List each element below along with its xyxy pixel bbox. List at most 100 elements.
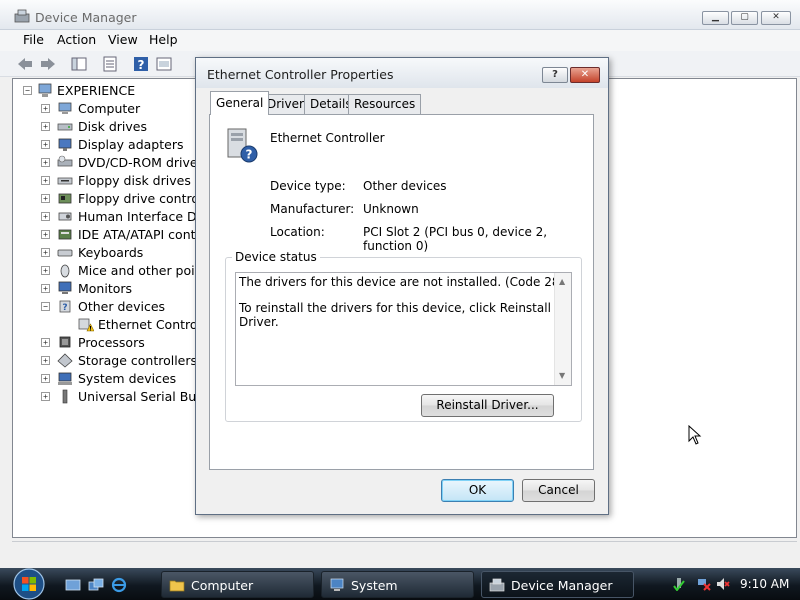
general-tab-panel: ? Ethernet Controller Device type: Other… [209, 114, 594, 470]
tree-item-label: Disk drives [78, 119, 147, 134]
tree-item-label: Computer [78, 101, 141, 116]
status-bar [12, 541, 797, 563]
tree-item-floppy-disk-drives[interactable]: + Floppy disk drives [41, 172, 201, 190]
close-button[interactable]: ✕ [761, 11, 791, 25]
expand-toggle[interactable]: + [41, 158, 50, 167]
tree-item-label: System devices [78, 371, 177, 386]
expand-toggle[interactable]: + [41, 140, 50, 149]
show-desktop-icon[interactable] [65, 577, 81, 593]
expand-toggle[interactable]: + [41, 374, 50, 383]
forward-arrow-icon[interactable] [39, 55, 57, 73]
device-status-textbox[interactable]: The drivers for this device are not inst… [235, 272, 572, 386]
switch-windows-icon[interactable] [88, 577, 104, 593]
menu-action[interactable]: Action [57, 32, 96, 47]
menu-file[interactable]: File [23, 32, 44, 47]
storage-controller-icon [57, 353, 73, 368]
back-arrow-icon[interactable] [16, 55, 34, 73]
tree-item-disk-drives[interactable]: + Disk drives [41, 118, 201, 136]
scan-hardware-icon[interactable] [155, 55, 173, 73]
expand-toggle[interactable]: + [41, 248, 50, 257]
computer-icon [58, 102, 72, 114]
help-icon[interactable]: ? [132, 55, 150, 73]
tree-item-system-devices[interactable]: + System devices [41, 370, 201, 388]
tree-item-other-devices[interactable]: − ? Other devices [41, 298, 201, 316]
tree-item-dvd-cd-rom-drives[interactable]: + DVD/CD-ROM drives [41, 154, 205, 172]
scroll-down-icon[interactable]: ▼ [559, 371, 565, 380]
show-hide-console-tree-icon[interactable] [70, 55, 88, 73]
expand-toggle[interactable]: + [41, 212, 50, 221]
expand-toggle[interactable]: + [41, 122, 50, 131]
properties-icon[interactable] [101, 55, 119, 73]
tree-item-processors[interactable]: + Processors [41, 334, 201, 352]
tab-resources[interactable]: Resources [348, 94, 422, 114]
expand-toggle[interactable]: + [41, 194, 50, 203]
expand-toggle[interactable]: + [41, 104, 50, 113]
scroll-up-icon[interactable]: ▲ [559, 277, 565, 286]
taskbar-system-button[interactable]: System [321, 571, 474, 598]
device-status-legend: Device status [232, 250, 320, 264]
taskbar-computer-button[interactable]: Computer [161, 571, 314, 598]
tree-item-storage-controllers[interactable]: + Storage controllers [41, 352, 201, 370]
menu-bar: File Action View Help [0, 30, 800, 51]
expand-toggle[interactable]: + [41, 392, 50, 401]
internet-explorer-icon[interactable] [111, 577, 127, 593]
tree-item-keyboards[interactable]: + Keyboards [41, 244, 201, 262]
status-message: The drivers for this device are not inst… [239, 275, 565, 289]
tree-item-floppy-drive-controllers[interactable]: + Floppy drive controllers [41, 190, 225, 208]
svg-text:?: ? [138, 58, 145, 72]
dialog-title: Ethernet Controller Properties [207, 67, 394, 82]
collapse-toggle[interactable]: − [23, 86, 32, 95]
taskbar-label: System [351, 578, 398, 593]
taskbar-label: Computer [191, 578, 254, 593]
cancel-button[interactable]: Cancel [522, 479, 595, 502]
collapse-toggle[interactable]: − [41, 302, 50, 311]
network-disconnected-icon[interactable] [697, 577, 711, 591]
volume-muted-icon[interactable] [716, 577, 730, 591]
tree-item-display-adapters[interactable]: + Display adapters [41, 136, 201, 154]
start-orb-icon[interactable] [8, 568, 50, 600]
help-button[interactable]: ? [542, 67, 568, 83]
status-scrollbar[interactable]: ▲ ▼ [554, 273, 571, 385]
safely-remove-hardware-icon[interactable] [672, 577, 686, 591]
monitor-icon [58, 281, 72, 294]
tree-item-label: Floppy disk drives [78, 173, 191, 188]
tree-item-usb-controllers[interactable]: + Universal Serial Bus controllers [41, 388, 273, 406]
tree-item-computer[interactable]: + Computer [41, 100, 201, 118]
tree-item-ethernet-controller[interactable]: ! Ethernet Controller [63, 316, 217, 334]
computer-icon [38, 83, 52, 97]
expand-toggle[interactable]: + [41, 266, 50, 275]
other-devices-icon: ? [59, 300, 71, 313]
expand-toggle[interactable]: + [41, 356, 50, 365]
device-manager-icon [14, 9, 30, 23]
menu-help[interactable]: Help [149, 32, 178, 47]
expand-toggle[interactable]: + [41, 284, 50, 293]
ok-button[interactable]: OK [441, 479, 514, 502]
dvd-drive-icon [57, 155, 73, 167]
reinstall-driver-button[interactable]: Reinstall Driver... [421, 394, 554, 417]
dialog-title-bar[interactable]: Ethernet Controller Properties ? ✕ [196, 58, 608, 88]
tree-item-label: Other devices [78, 299, 166, 314]
floppy-drive-icon [57, 177, 73, 185]
title-bar[interactable]: Device Manager ▁ ▢ ✕ [0, 0, 800, 30]
maximize-button[interactable]: ▢ [731, 11, 758, 25]
dialog-close-button[interactable]: ✕ [570, 67, 600, 83]
expand-toggle[interactable]: + [41, 338, 50, 347]
processor-icon [59, 336, 71, 348]
tab-general[interactable]: General [210, 91, 270, 115]
tree-item-monitors[interactable]: + Monitors [41, 280, 201, 298]
system-clock: 9:10 AM [740, 577, 790, 591]
tree-item-human-interface-devices[interactable]: + Human Interface Devices [41, 208, 236, 226]
svg-text:!: ! [89, 326, 92, 333]
tree-item-label: Monitors [78, 281, 133, 296]
expand-toggle[interactable]: + [41, 230, 50, 239]
tree-root[interactable]: − EXPERIENCE [23, 82, 223, 100]
folder-icon [169, 580, 185, 592]
minimize-button[interactable]: ▁ [702, 11, 729, 25]
tree-item-label: DVD/CD-ROM drives [78, 155, 205, 170]
tree-item-ide-ata-atapi-controllers[interactable]: + IDE ATA/ATAPI controllers [41, 226, 234, 244]
menu-view[interactable]: View [108, 32, 138, 47]
taskbar-device-manager-button[interactable]: Device Manager [481, 571, 634, 598]
svg-text:?: ? [246, 148, 253, 162]
tree-item-mice[interactable]: + Mice and other pointing devices [41, 262, 278, 280]
expand-toggle[interactable]: + [41, 176, 50, 185]
